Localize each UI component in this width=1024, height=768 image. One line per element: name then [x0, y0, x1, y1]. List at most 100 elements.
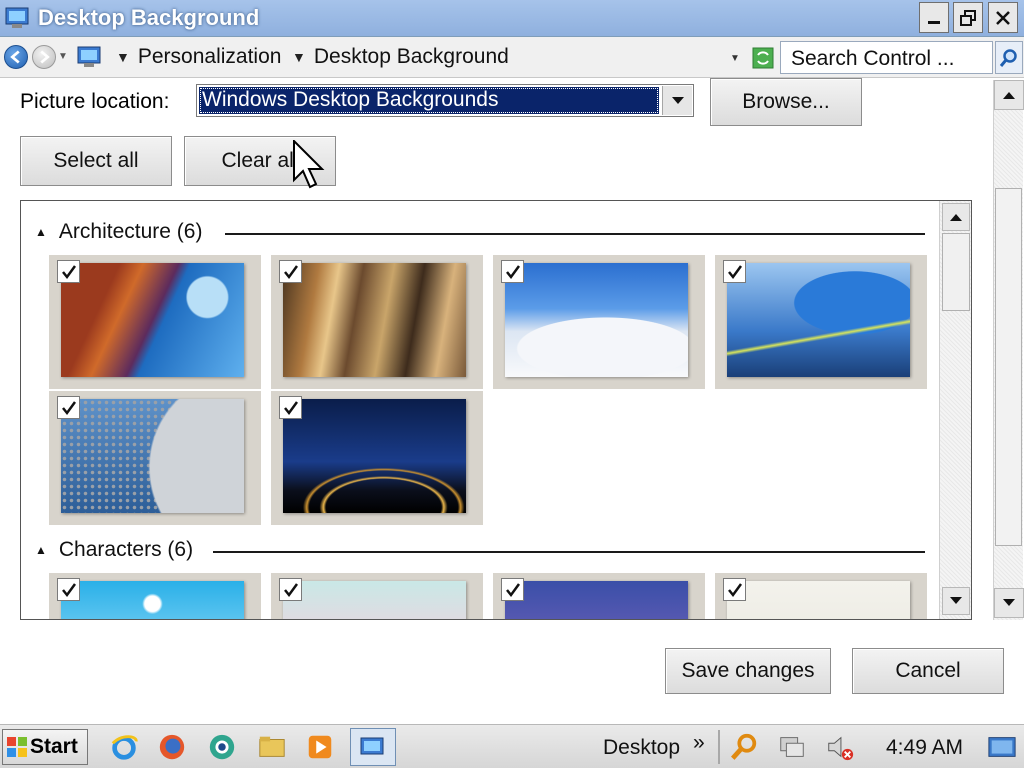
scroll-thumb[interactable]: [942, 233, 970, 311]
back-arrow-icon: [10, 50, 20, 64]
control-panel-icon: [5, 7, 29, 28]
scroll-up-button[interactable]: [994, 80, 1024, 110]
dropdown-button[interactable]: [662, 86, 692, 115]
checkbox[interactable]: [501, 260, 524, 283]
start-button[interactable]: Start: [2, 729, 88, 765]
check-icon: [283, 264, 298, 279]
address-bar: ▼ ▼ Personalization ▼ Desktop Background…: [0, 37, 1024, 78]
wallpaper-tile[interactable]: [715, 573, 927, 619]
wallpaper-tile[interactable]: [49, 573, 261, 619]
browse-button[interactable]: Browse...: [710, 78, 862, 126]
title-bar: Desktop Background: [0, 0, 1024, 37]
checkbox[interactable]: [279, 578, 302, 601]
wallpaper-tile[interactable]: [493, 573, 705, 619]
internet-explorer-icon[interactable]: [108, 731, 140, 763]
scroll-down-button[interactable]: [994, 588, 1024, 618]
check-icon: [727, 582, 742, 597]
chevron-down-icon[interactable]: ▼: [116, 49, 130, 65]
messenger-icon[interactable]: [206, 731, 238, 763]
characters-pastel-image: [283, 581, 466, 619]
clock[interactable]: 4:49 AM: [886, 736, 963, 760]
wallpaper-tile[interactable]: [271, 573, 483, 619]
characters-sketch-image: [727, 581, 910, 619]
architecture-disc-facade-image: [61, 399, 244, 513]
back-button[interactable]: [4, 45, 28, 69]
picture-location-value: Windows Desktop Backgrounds: [199, 87, 659, 114]
scroll-up-button[interactable]: [942, 203, 970, 231]
chevron-down-icon: [671, 96, 684, 104]
search-button[interactable]: [995, 41, 1023, 74]
show-desktop-icon[interactable]: [986, 731, 1018, 763]
firefox-icon[interactable]: [156, 731, 188, 763]
wallpaper-tile[interactable]: [49, 391, 261, 525]
forward-arrow-icon: [40, 50, 50, 64]
gallery-scrollbar[interactable]: [939, 201, 971, 619]
picture-location-label: Picture location:: [20, 90, 170, 113]
characters-creatures-image: [505, 581, 688, 619]
control-panel-taskbar-button[interactable]: [350, 728, 396, 766]
check-icon: [505, 264, 520, 279]
file-explorer-icon[interactable]: [256, 731, 288, 763]
search-input[interactable]: Search Control ...: [780, 41, 993, 74]
scroll-down-button[interactable]: [942, 587, 970, 615]
close-icon: [996, 10, 1010, 25]
chevron-down-icon[interactable]: ▼: [292, 49, 306, 65]
triangle-up-icon: [950, 214, 962, 221]
architecture-arch-tunnel-image: [283, 399, 466, 513]
desktop-toolbar-label[interactable]: Desktop: [603, 736, 680, 760]
select-all-button[interactable]: Select all: [20, 136, 172, 186]
wallpaper-tile[interactable]: [715, 255, 927, 389]
characters-castle-image: [61, 581, 244, 619]
group-header-architecture[interactable]: ▲ Architecture (6): [35, 220, 202, 244]
refresh-icon[interactable]: [752, 47, 774, 69]
checkbox[interactable]: [57, 260, 80, 283]
breadcrumb-desktop-background[interactable]: ▼ Desktop Background: [292, 45, 509, 69]
group-divider: [213, 551, 925, 553]
architecture-blue-curve-image: [727, 263, 910, 377]
wallpaper-tile[interactable]: [271, 391, 483, 525]
check-icon: [61, 582, 76, 597]
minimize-button[interactable]: [919, 2, 949, 33]
window-scrollbar[interactable]: [993, 80, 1024, 620]
window-title: Desktop Background: [38, 5, 260, 30]
checkbox[interactable]: [723, 578, 746, 601]
toolbar-chevron[interactable]: »: [693, 731, 705, 755]
picture-location-select[interactable]: Windows Desktop Backgrounds: [196, 84, 694, 117]
cancel-button[interactable]: Cancel: [852, 648, 1004, 694]
address-dropdown[interactable]: ▼: [730, 53, 740, 64]
checkbox[interactable]: [57, 578, 80, 601]
check-icon: [61, 400, 76, 415]
save-changes-button[interactable]: Save changes: [665, 648, 831, 694]
group-header-characters[interactable]: ▲ Characters (6): [35, 538, 193, 562]
mouse-pointer-icon: [293, 140, 325, 189]
control-panel-icon: [360, 737, 384, 755]
checkbox[interactable]: [279, 260, 302, 283]
minimize-icon: [928, 20, 940, 24]
wallpaper-tile[interactable]: [493, 255, 705, 389]
checkbox[interactable]: [57, 396, 80, 419]
volume-muted-icon[interactable]: [824, 731, 856, 763]
recent-pages-dropdown[interactable]: ▼: [58, 51, 68, 62]
scroll-thumb[interactable]: [995, 188, 1022, 546]
checkbox[interactable]: [279, 396, 302, 419]
breadcrumb-personalization[interactable]: ▼ Personalization: [116, 45, 281, 69]
check-icon: [727, 264, 742, 279]
collapse-caret-icon[interactable]: ▲: [35, 543, 47, 557]
wallpaper-tile[interactable]: [271, 255, 483, 389]
media-player-icon[interactable]: [304, 731, 336, 763]
collapse-caret-icon[interactable]: ▲: [35, 225, 47, 239]
network-icon[interactable]: [776, 731, 808, 763]
checkbox[interactable]: [501, 578, 524, 601]
tray-divider: [718, 730, 720, 764]
restore-button[interactable]: [953, 2, 983, 33]
close-button[interactable]: [988, 2, 1018, 33]
windows-logo-icon: [7, 737, 27, 757]
triangle-down-icon: [950, 597, 962, 604]
wallpaper-tile[interactable]: [49, 255, 261, 389]
search-icon[interactable]: [728, 731, 760, 763]
architecture-space-needle-image: [61, 263, 244, 377]
forward-button[interactable]: [32, 45, 56, 69]
architecture-white-building-image: [505, 263, 688, 377]
triangle-down-icon: [1003, 599, 1015, 606]
checkbox[interactable]: [723, 260, 746, 283]
